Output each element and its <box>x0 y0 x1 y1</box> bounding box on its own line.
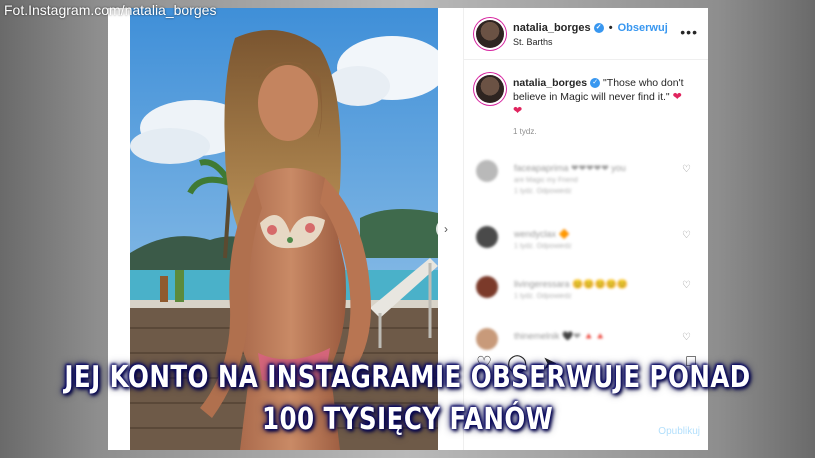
comment-avatar[interactable] <box>476 160 498 182</box>
headline-line-1: JEJ KONTO NA INSTAGRAMIE OBSERWUJE PONAD <box>64 360 751 395</box>
author-avatar[interactable] <box>476 20 504 48</box>
post-timestamp[interactable]: 1 tydz. <box>513 127 537 136</box>
verified-badge-icon: ✓ <box>590 78 601 89</box>
comment-text: wendyclax 🔶 <box>514 229 570 239</box>
comment-meta[interactable]: 1 tydz. Odpowiedz <box>514 293 572 300</box>
headline-line-2: 100 TYSIĘCY FANÓW <box>261 402 554 437</box>
comment-text: faceapaprima ❤❤❤❤❤ you <box>514 163 626 173</box>
comment-second-line: are Magic my Friend <box>514 177 578 184</box>
comment-meta[interactable]: 1 tydz. Odpowiedz <box>514 243 572 250</box>
comment-item: faceapaprima ❤❤❤❤❤ you are Magic my Frie… <box>476 160 701 200</box>
post-header: natalia_borges ✓ • Obserwuj St. Barths ••… <box>464 8 708 60</box>
comment-like-heart-icon[interactable]: ♡ <box>682 164 691 175</box>
post-location[interactable]: St. Barths <box>513 37 553 47</box>
verified-badge-icon: ✓ <box>593 23 604 34</box>
comment-meta[interactable]: 1 tydz. Odpowiedz <box>514 188 572 195</box>
comment-like-heart-icon[interactable]: ♡ <box>682 280 691 291</box>
caption-username[interactable]: natalia_borges <box>513 77 587 89</box>
comment-item: livingeressara 😊😊😊😊😊 1 tydz. Odpowiedz ♡ <box>476 276 701 316</box>
comment-like-heart-icon[interactable]: ♡ <box>682 230 691 241</box>
post-caption: natalia_borges ✓ "Those who don't believe… <box>464 60 708 150</box>
author-username[interactable]: natalia_borges <box>513 22 591 34</box>
separator-dot: • <box>608 22 613 34</box>
caption-author-avatar[interactable] <box>476 75 504 103</box>
author-header-line: natalia_borges ✓ • Obserwuj <box>513 22 668 34</box>
follow-button[interactable]: Obserwuj <box>618 22 668 34</box>
heart-emoji-icon: ❤ <box>672 91 682 103</box>
more-options-icon[interactable]: ••• <box>680 24 698 40</box>
comment-avatar[interactable] <box>476 276 498 298</box>
heart-emoji-icon: ❤ <box>513 105 523 117</box>
comment-text: livingeressara 😊😊😊😊😊 <box>514 279 629 289</box>
comment-item: wendyclax 🔶 1 tydz. Odpowiedz ♡ <box>476 226 701 266</box>
next-photo-chevron-icon[interactable]: › <box>436 219 456 239</box>
headline-overlay: JEJ KONTO NA INSTAGRAMIE OBSERWUJE PONAD… <box>0 340 815 458</box>
photo-credit: Fot.Instagram.com/natalia_borges <box>4 2 217 18</box>
caption-text: natalia_borges ✓ "Those who don't believe… <box>513 76 693 118</box>
comment-avatar[interactable] <box>476 226 498 248</box>
